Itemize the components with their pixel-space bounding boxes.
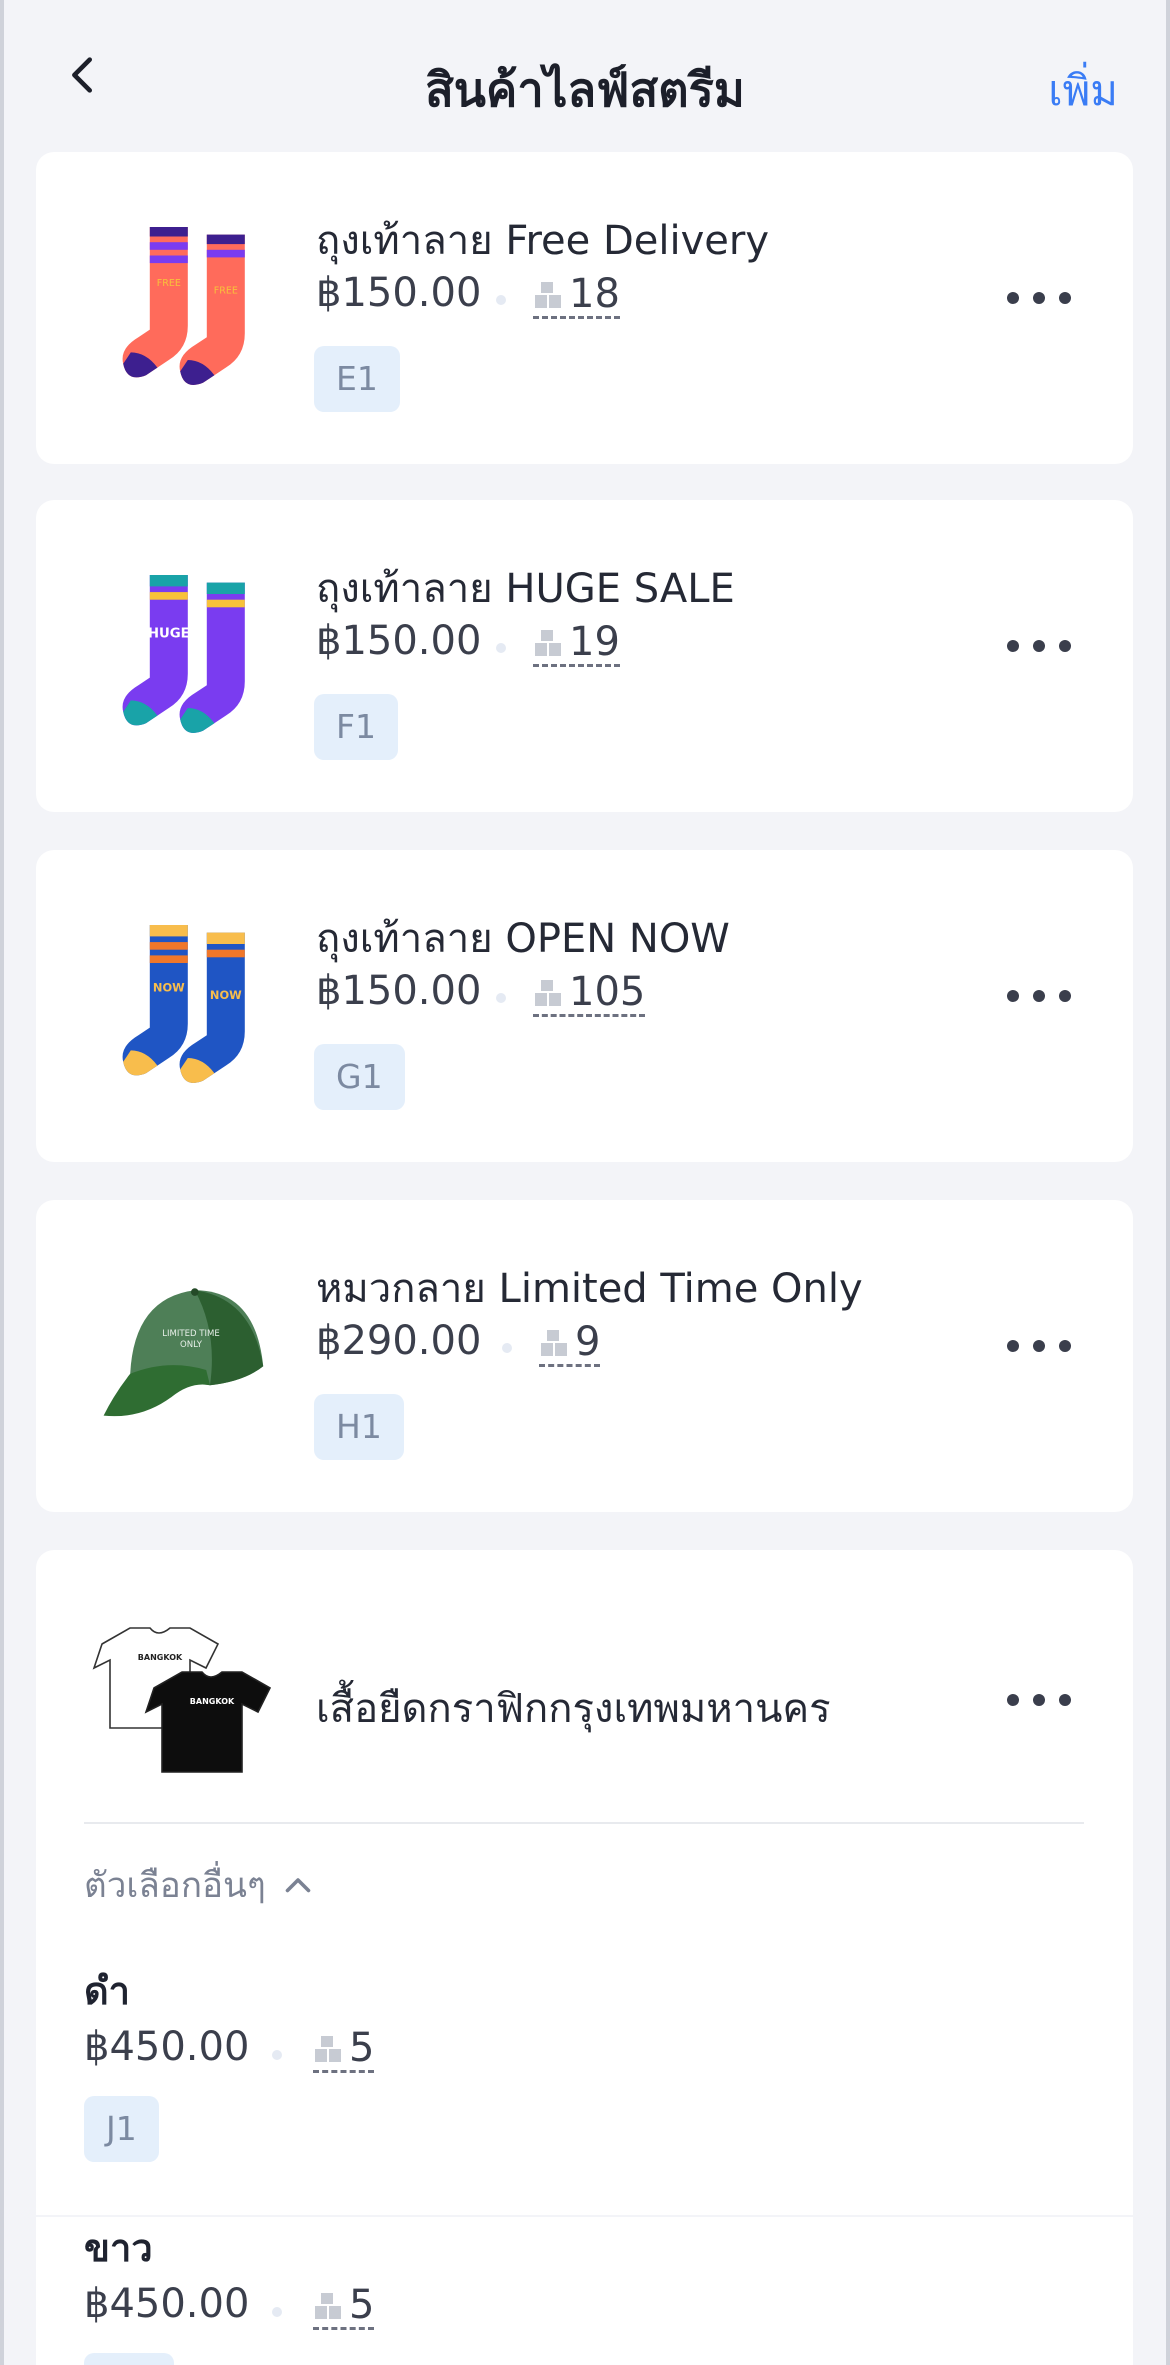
separator-dot [272, 2307, 282, 2317]
stock-count[interactable]: 5 [313, 2282, 375, 2330]
separator-dot [272, 2050, 282, 2060]
page-title: สินค้าไลฟ์สตรีม [425, 63, 745, 118]
boxes-icon [315, 2293, 341, 2319]
stock-value: 19 [569, 619, 620, 665]
other-options-label: ตัวเลือกอื่นๆ [84, 1866, 266, 1906]
product-name: ถุงเท้าลาย OPEN NOW [316, 916, 730, 962]
variant-price: ฿450.00 [84, 2281, 250, 2327]
top-bar: สินค้าไลฟ์สตรีม เพิ่ม [0, 0, 1170, 150]
product-card-free-delivery[interactable]: FREE FREE ถุงเท้าลาย Free Delivery ฿150.… [36, 152, 1133, 464]
stock-value: 5 [349, 2282, 375, 2328]
more-options-button[interactable] [1007, 626, 1071, 666]
divider [84, 1822, 1084, 1824]
product-card-open-now[interactable]: NOW NOW ถุงเท้าลาย OPEN NOW ฿150.00 105 … [36, 850, 1133, 1162]
more-options-button[interactable] [1007, 1680, 1071, 1720]
product-name: ถุงเท้าลาย HUGE SALE [316, 566, 735, 612]
stock-value: 105 [569, 969, 646, 1015]
other-options-toggle[interactable]: ตัวเลือกอื่นๆ [84, 1858, 316, 1913]
separator-dot [502, 1343, 512, 1353]
svg-text:FREE: FREE [157, 278, 181, 289]
live-tag: H1 [314, 1394, 404, 1460]
tshirts-bangkok-image: BANGKOK BANGKOK [86, 1600, 286, 1800]
svg-text:NOW: NOW [153, 981, 185, 995]
product-name: ถุงเท้าลาย Free Delivery [316, 218, 770, 264]
separator-dot [496, 993, 506, 1003]
stock-count[interactable]: 5 [313, 2025, 375, 2073]
product-price: ฿290.00 [316, 1318, 482, 1364]
socks-huge-sale-image: HUGE [108, 556, 298, 746]
boxes-icon [535, 282, 561, 308]
stock-count[interactable]: 19 [533, 622, 620, 667]
live-tag: E1 [314, 346, 400, 412]
stock-value: 9 [575, 1319, 601, 1365]
live-tag: F1 [314, 694, 398, 760]
variant-name: ดำ [84, 1969, 131, 2013]
more-options-button[interactable] [1007, 278, 1071, 318]
stock-value: 18 [569, 271, 620, 317]
product-card-huge-sale[interactable]: HUGE ถุงเท้าลาย HUGE SALE ฿150.00 19 F1 [36, 500, 1133, 812]
boxes-icon [315, 2036, 341, 2062]
live-tag: J1 [84, 2096, 159, 2162]
variant-name: ขาว [84, 2226, 153, 2270]
product-card-cap[interactable]: LIMITED TIME ONLY หมวกลาย Limited Time O… [36, 1200, 1133, 1512]
product-price: ฿150.00 [316, 618, 482, 664]
variant-card-white[interactable]: ขาว ฿450.00 5 [36, 2217, 1133, 2365]
product-price: ฿150.00 [316, 270, 482, 316]
product-name: หมวกลาย Limited Time Only [316, 1266, 863, 1312]
product-card-tshirt[interactable]: BANGKOK BANGKOK เสื้อยืดกราฟิกกรุงเทพมหา… [36, 1550, 1133, 1960]
product-name: เสื้อยืดกราฟิกกรุงเทพมหานคร [316, 1686, 831, 1732]
separator-dot [496, 295, 506, 305]
more-options-button[interactable] [1007, 976, 1071, 1016]
svg-text:HUGE: HUGE [148, 627, 190, 642]
boxes-icon [535, 980, 561, 1006]
boxes-icon [535, 630, 561, 656]
screen-edge-right [1166, 0, 1170, 2365]
svg-text:FREE: FREE [214, 286, 238, 297]
product-price: ฿150.00 [316, 968, 482, 1014]
variant-card-black[interactable]: ดำ ฿450.00 5 J1 [36, 1960, 1133, 2215]
socks-open-now-image: NOW NOW [108, 906, 298, 1096]
green-cap-image: LIMITED TIME ONLY [96, 1256, 286, 1446]
boxes-icon [541, 1330, 567, 1356]
stock-count[interactable]: 105 [533, 969, 646, 1017]
separator-dot [496, 643, 506, 653]
shirt-print-white: BANGKOK [138, 1653, 183, 1662]
screen-edge-left [0, 0, 4, 2365]
shirt-print-black: BANGKOK [190, 1697, 235, 1706]
chevron-up-icon [285, 1877, 311, 1892]
svg-text:NOW: NOW [210, 988, 242, 1002]
stock-value: 5 [349, 2025, 375, 2071]
socks-free-delivery-image: FREE FREE [108, 208, 298, 398]
svg-text:LIMITED TIME: LIMITED TIME [162, 1329, 220, 1339]
svg-text:ONLY: ONLY [180, 1340, 203, 1350]
live-tag: G1 [314, 1044, 405, 1110]
variant-price: ฿450.00 [84, 2024, 250, 2070]
stock-count[interactable]: 18 [533, 274, 620, 319]
add-product-button[interactable]: เพิ่ม [1048, 58, 1118, 124]
live-tag-partial [84, 2353, 174, 2365]
more-options-button[interactable] [1007, 1326, 1071, 1366]
stock-count[interactable]: 9 [539, 1319, 601, 1367]
